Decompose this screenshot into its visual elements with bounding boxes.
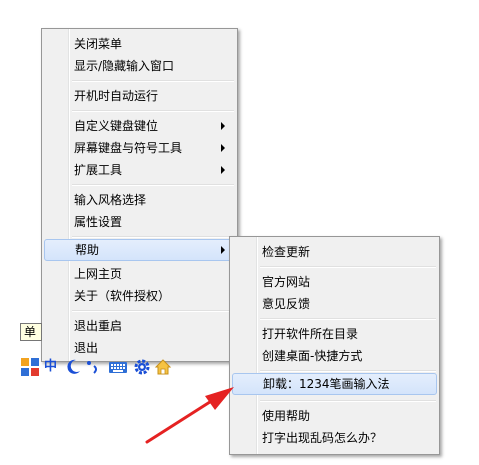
annotation-arrow — [145, 387, 234, 444]
